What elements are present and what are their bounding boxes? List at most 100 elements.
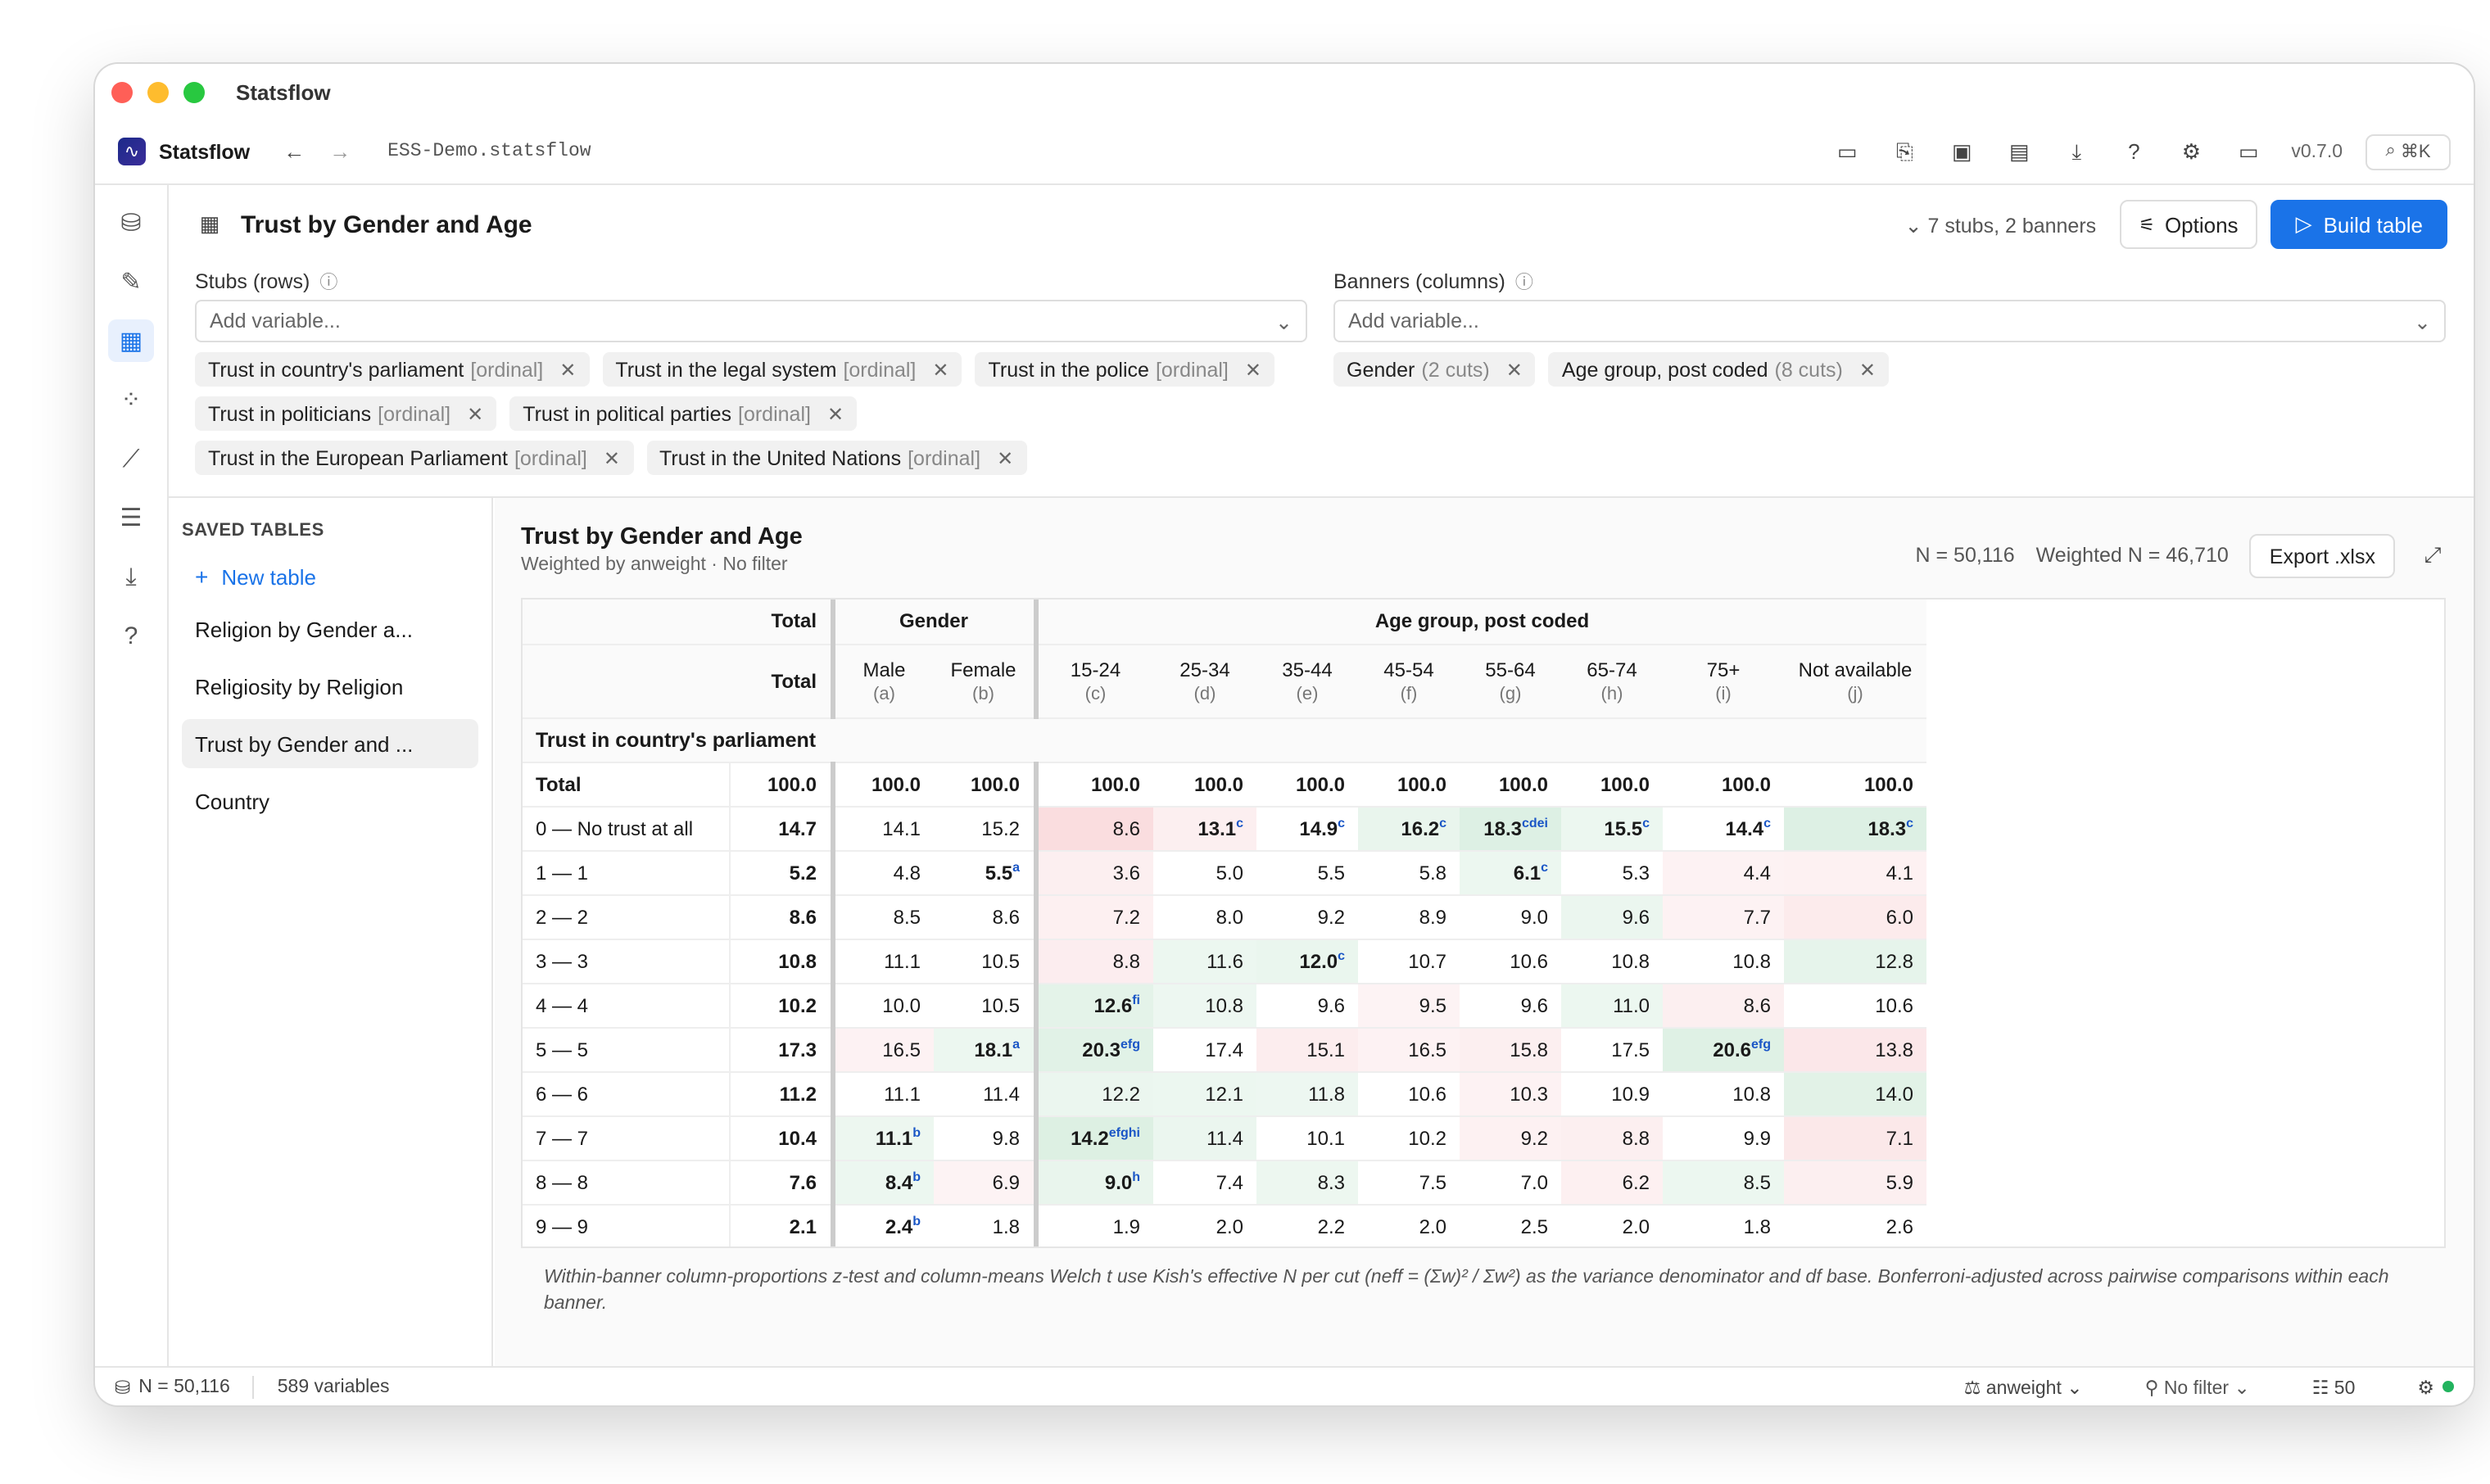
data-cell: 10.8 [1663, 1071, 1784, 1116]
results-subtitle: Weighted by anweight · No filter [521, 555, 788, 575]
data-cell: 12.6fi [1033, 983, 1153, 1028]
chevron-down-icon: ⌄ [1275, 310, 1293, 333]
data-cell: 10.5 [934, 939, 1035, 984]
stub-chip[interactable]: Trust in political parties [ordinal] ✕ [509, 396, 858, 431]
saved-table-item[interactable]: Trust by Gender and ... [182, 719, 478, 768]
magic-wand-icon[interactable]: ✎ [108, 260, 154, 303]
left-rail: ⛁ ✎ ▦ ⁘ ⟋ ☰ ⤓ ? [95, 185, 169, 1366]
row-label: 2 — 2 [523, 894, 730, 939]
scatter-chart-icon[interactable]: ⁘ [108, 378, 154, 421]
remove-chip-icon[interactable]: ✕ [932, 358, 948, 381]
chip-label: Trust in the police [988, 358, 1149, 381]
stub-chip[interactable]: Trust in the European Parliament [ordinal… [195, 441, 634, 475]
data-cell: 8.5 [1663, 1160, 1784, 1205]
data-cell: 7.6 [729, 1160, 832, 1205]
data-cell: 8.9 [1358, 894, 1460, 939]
column-header: 25-34 (d) [1153, 644, 1256, 718]
chip-label: Trust in political parties [523, 402, 731, 425]
options-button[interactable]: ⚟ Options [2119, 200, 2258, 249]
crosstab-container: Total Gender Age group, post coded Total Mal… [521, 598, 2446, 1248]
data-cell: 11.1b [830, 1115, 934, 1161]
data-cell: 10.0 [830, 983, 934, 1028]
back-arrow-icon[interactable]: ← [279, 137, 309, 166]
zoom-window-button[interactable] [183, 81, 205, 102]
data-cell: 16.5 [1358, 1027, 1460, 1072]
weight-selector[interactable]: ⚖ anweight ⌄ [1964, 1375, 2083, 1398]
data-cell: 8.0 [1153, 894, 1256, 939]
row-label: 7 — 7 [523, 1115, 730, 1161]
data-cell: 14.4c [1663, 806, 1784, 851]
search-icon: ⌕ [2385, 141, 2401, 161]
banners-add-variable-select[interactable]: Add variable... ⌄ [1333, 300, 2446, 342]
remove-chip-icon[interactable]: ✕ [559, 358, 576, 381]
stubs-add-variable-select[interactable]: Add variable... ⌄ [195, 300, 1307, 342]
line-chart-icon[interactable]: ⟋ [108, 437, 154, 480]
weighted-n-count: Weighted N = 46,710 [2035, 544, 2229, 567]
saved-table-item[interactable]: Religion by Gender a... [182, 604, 478, 654]
remove-chip-icon[interactable]: ✕ [997, 446, 1013, 469]
remove-chip-icon[interactable]: ✕ [1859, 358, 1876, 381]
stub-chips: Trust in country's parliament [ordinal] ✕ T… [195, 352, 1307, 485]
row-label: Total [523, 762, 730, 807]
remove-chip-icon[interactable]: ✕ [827, 402, 844, 425]
row-label: 5 — 5 [523, 1027, 730, 1072]
save-as-icon[interactable]: ▤ [2004, 137, 2034, 166]
export-xlsx-button[interactable]: Export .xlsx [2249, 534, 2395, 578]
stub-chip[interactable]: Trust in the police [ordinal] ✕ [975, 352, 1275, 387]
chip-meta: [ordinal] [470, 358, 544, 381]
remove-chip-icon[interactable]: ✕ [604, 446, 620, 469]
remove-chip-icon[interactable]: ✕ [1506, 358, 1523, 381]
forward-arrow-icon[interactable]: → [325, 137, 355, 166]
import-file-icon[interactable]: ⎘ [1890, 137, 1919, 166]
results-panel: Trust by Gender and Age Weighted by anwe… [495, 498, 2474, 1366]
chip-meta: [ordinal] [1155, 358, 1229, 381]
export-icon[interactable]: ⤓ [108, 555, 154, 598]
column-header: 35-44 (e) [1256, 644, 1358, 718]
data-cell: 2.1 [729, 1204, 832, 1246]
chip-meta: (8 cuts) [1774, 358, 1843, 381]
column-header: 45-54 (f) [1358, 644, 1460, 718]
filter-selector[interactable]: ⚲ No filter ⌄ [2145, 1375, 2250, 1398]
settings-gear-icon[interactable]: ⚙ [2176, 137, 2206, 166]
data-cell: 14.9c [1256, 806, 1358, 851]
stub-chip[interactable]: Trust in the United Nations [ordinal] ✕ [646, 441, 1027, 475]
build-table-button[interactable]: ▷ Build table [2270, 200, 2447, 249]
chip-label: Trust in country's parliament [208, 358, 464, 381]
stub-chip[interactable]: Trust in country's parliament [ordinal] ✕ [195, 352, 590, 387]
rows-count[interactable]: ☷ 50 [2312, 1375, 2356, 1398]
stubs-banners-summary[interactable]: ⌄ 7 stubs, 2 banners [1905, 212, 2097, 237]
table-icon[interactable]: ▦ [108, 319, 154, 362]
close-window-button[interactable] [111, 81, 133, 102]
banner-chip[interactable]: Gender (2 cuts) ✕ [1333, 352, 1536, 387]
data-cell: 14.7 [729, 806, 832, 851]
remove-chip-icon[interactable]: ✕ [1245, 358, 1261, 381]
banner-chip[interactable]: Age group, post coded (8 cuts) ✕ [1548, 352, 1889, 387]
open-folder-icon[interactable]: ▭ [1832, 137, 1862, 166]
help-icon[interactable]: ? [2119, 137, 2148, 166]
saved-table-item[interactable]: Country [182, 776, 478, 826]
search-button[interactable]: ⌕ ⌘K [2366, 133, 2451, 170]
data-cell: 11.1 [830, 939, 934, 984]
data-cell: 6.1c [1460, 850, 1561, 895]
display-icon[interactable]: ▭ [2234, 137, 2263, 166]
notes-icon[interactable]: ☰ [108, 496, 154, 539]
data-cell: 9.8 [934, 1115, 1035, 1161]
saved-table-item[interactable]: Religiosity by Religion [182, 662, 478, 711]
database-icon[interactable]: ⛁ [108, 201, 154, 244]
stub-chip[interactable]: Trust in politicians [ordinal] ✕ [195, 396, 497, 431]
download-icon[interactable]: ⤓ [2062, 137, 2091, 166]
stub-chip[interactable]: Trust in the legal system [ordinal] ✕ [602, 352, 962, 387]
remove-chip-icon[interactable]: ✕ [467, 402, 483, 425]
new-table-button[interactable]: + New table [182, 557, 478, 596]
data-cell: 8.6 [934, 894, 1035, 939]
save-icon[interactable]: ▣ [1947, 137, 1976, 166]
minimize-window-button[interactable] [147, 81, 169, 102]
data-cell: 20.6efg [1663, 1027, 1784, 1072]
chip-label: Trust in the United Nations [659, 446, 902, 469]
data-cell: 10.6 [1784, 983, 1926, 1028]
help-circle-icon[interactable]: ? [108, 614, 154, 657]
expand-icon[interactable]: ⤢ [2418, 541, 2447, 570]
data-cell: 18.1a [934, 1027, 1035, 1072]
stubs-label: Stubs (rows) [195, 270, 310, 293]
column-header: 15-24 (c) [1033, 644, 1153, 718]
